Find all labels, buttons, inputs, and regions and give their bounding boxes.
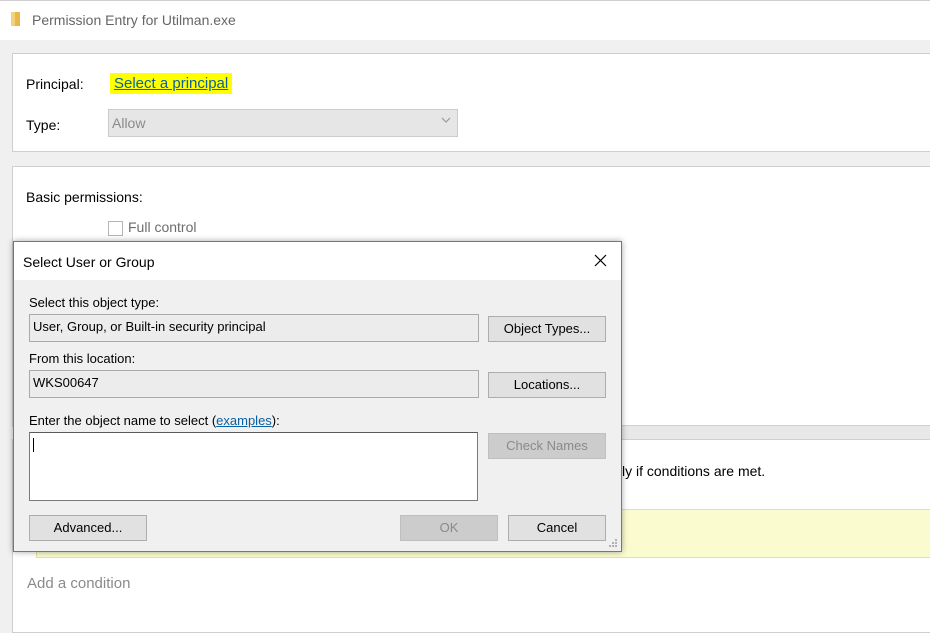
object-name-label-suffix: ):	[271, 413, 280, 428]
text-caret	[33, 438, 34, 452]
resize-grip-icon[interactable]	[606, 536, 618, 548]
location-value: WKS00647	[33, 375, 99, 390]
object-name-label-prefix: Enter the object name to select (	[29, 413, 217, 428]
object-type-label: Select this object type:	[29, 295, 160, 310]
section-divider	[620, 425, 930, 440]
select-principal-link[interactable]: Select a principal	[110, 73, 233, 94]
cancel-button[interactable]: Cancel	[508, 515, 606, 541]
add-condition-link[interactable]: Add a condition	[27, 575, 130, 592]
check-names-button[interactable]: Check Names	[488, 433, 606, 459]
dialog-title: Select User or Group	[23, 254, 155, 270]
object-types-button[interactable]: Object Types...	[488, 316, 606, 342]
ok-button[interactable]: OK	[400, 515, 498, 541]
examples-link[interactable]: examples	[216, 413, 272, 428]
locations-button[interactable]: Locations...	[488, 372, 606, 398]
select-user-dialog: Select User or Group Select this object …	[13, 241, 622, 552]
object-name-label: Enter the object name to select (example…	[29, 413, 280, 428]
principal-label: Principal:	[26, 76, 84, 92]
basic-permissions-heading: Basic permissions:	[26, 189, 143, 205]
full-control-label: Full control	[128, 219, 197, 235]
type-dropdown-value: Allow	[112, 115, 146, 131]
object-name-input[interactable]	[29, 432, 478, 501]
type-dropdown[interactable]	[108, 109, 458, 137]
folder-icon	[11, 12, 20, 26]
condition-description: ly if conditions are met.	[622, 463, 766, 479]
close-icon[interactable]	[588, 250, 612, 272]
principal-panel	[12, 53, 930, 152]
window-title: Permission Entry for Utilman.exe	[32, 12, 236, 28]
full-control-checkbox[interactable]	[108, 221, 123, 236]
location-label: From this location:	[29, 351, 136, 366]
type-label: Type:	[26, 117, 61, 133]
object-type-value: User, Group, or Built-in security princi…	[33, 319, 266, 334]
advanced-button[interactable]: Advanced...	[29, 515, 147, 541]
chevron-down-icon	[441, 117, 451, 123]
